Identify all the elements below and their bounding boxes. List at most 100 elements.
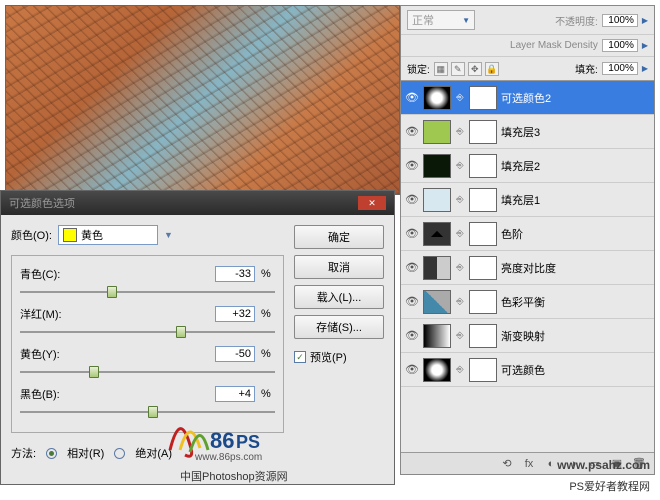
visibility-eye-icon[interactable]: 👁	[405, 91, 419, 105]
lock-position-icon[interactable]: ✥	[468, 62, 482, 76]
method-relative-label: 相对(R)	[67, 445, 104, 461]
ok-button[interactable]: 确定	[294, 225, 384, 249]
layer-row[interactable]: 👁 ⎆ 可选颜色2	[401, 81, 654, 115]
visibility-eye-icon[interactable]: 👁	[405, 295, 419, 309]
visibility-eye-icon[interactable]: 👁	[405, 363, 419, 377]
visibility-eye-icon[interactable]: 👁	[405, 261, 419, 275]
slider-thumb[interactable]	[89, 366, 99, 378]
load-button[interactable]: 载入(L)...	[294, 285, 384, 309]
layer-name: 亮度对比度	[501, 260, 556, 276]
layer-row[interactable]: 👁 ⎆ 填充层2	[401, 149, 654, 183]
layer-mask-thumbnail[interactable]	[469, 358, 497, 382]
slider-magenta-track[interactable]	[20, 326, 275, 340]
slider-cyan-value[interactable]	[215, 266, 255, 282]
pct: %	[261, 268, 275, 280]
layer-mask-thumbnail[interactable]	[469, 256, 497, 280]
layer-name: 填充层3	[501, 124, 540, 140]
link-icon: ⎆	[455, 296, 465, 307]
watermark-right-text: PS爱好者教程网	[569, 478, 650, 494]
fx-icon[interactable]: fx	[522, 458, 536, 470]
fill-value[interactable]: 100%	[602, 62, 638, 75]
mask-density-value[interactable]: 100%	[602, 39, 638, 52]
layer-thumbnail[interactable]	[423, 324, 451, 348]
slider-black-label: 黑色(B):	[20, 386, 75, 402]
chevron-down-icon[interactable]: ▼	[164, 230, 173, 240]
slider-thumb[interactable]	[148, 406, 158, 418]
close-icon[interactable]: ✕	[358, 196, 386, 210]
layer-name: 填充层2	[501, 158, 540, 174]
opacity-label: 不透明度:	[555, 13, 598, 28]
layer-row[interactable]: 👁 ⎆ 亮度对比度	[401, 251, 654, 285]
layer-thumbnail[interactable]	[423, 86, 451, 110]
layer-row[interactable]: 👁 ⎆ 可选颜色	[401, 353, 654, 387]
layer-row[interactable]: 👁 ◢◣ ⎆ 色阶	[401, 217, 654, 251]
slider-magenta-value[interactable]	[215, 306, 255, 322]
layer-mask-thumbnail[interactable]	[469, 120, 497, 144]
arrow-icon[interactable]: ▶	[642, 64, 648, 73]
preview-label: 预览(P)	[310, 349, 347, 365]
visibility-eye-icon[interactable]: 👁	[405, 329, 419, 343]
chevron-down-icon: ▼	[462, 16, 470, 25]
layer-row[interactable]: 👁 ⎆ 填充层1	[401, 183, 654, 217]
lock-transparency-icon[interactable]: ▦	[434, 62, 448, 76]
blend-mode-dropdown[interactable]: 正常▼	[407, 10, 475, 30]
layer-thumbnail[interactable]	[423, 154, 451, 178]
slider-cyan-track[interactable]	[20, 286, 275, 300]
visibility-eye-icon[interactable]: 👁	[405, 125, 419, 139]
slider-cyan-label: 青色(C):	[20, 266, 75, 282]
slider-black-value[interactable]	[215, 386, 255, 402]
layer-row[interactable]: 👁 ⎆ 渐变映射	[401, 319, 654, 353]
layer-name: 色彩平衡	[501, 294, 545, 310]
layer-name: 渐变映射	[501, 328, 545, 344]
layer-thumbnail[interactable]	[423, 188, 451, 212]
layer-thumbnail[interactable]	[423, 290, 451, 314]
slider-thumb[interactable]	[176, 326, 186, 338]
slider-group: 青色(C): % 洋红(M): % 黄色(Y): %	[11, 255, 284, 433]
layer-mask-thumbnail[interactable]	[469, 154, 497, 178]
layer-mask-thumbnail[interactable]	[469, 222, 497, 246]
link-layers-icon[interactable]: ⟲	[500, 457, 514, 470]
layer-row[interactable]: 👁 ⎆ 填充层3	[401, 115, 654, 149]
link-icon: ⎆	[455, 364, 465, 375]
opacity-value[interactable]: 100%	[602, 14, 638, 27]
cancel-button[interactable]: 取消	[294, 255, 384, 279]
layer-mask-thumbnail[interactable]	[469, 324, 497, 348]
link-icon: ⎆	[455, 262, 465, 273]
layer-thumbnail[interactable]: ◢◣	[423, 222, 451, 246]
slider-black-track[interactable]	[20, 406, 275, 420]
slider-thumb[interactable]	[107, 286, 117, 298]
layer-thumbnail[interactable]	[423, 358, 451, 382]
link-icon: ⎆	[455, 330, 465, 341]
lock-all-icon[interactable]: 🔒	[485, 62, 499, 76]
slider-yellow-value[interactable]	[215, 346, 255, 362]
layer-mask-thumbnail[interactable]	[469, 290, 497, 314]
mask-icon[interactable]: ◐	[544, 458, 558, 470]
color-dropdown[interactable]: 黄色	[58, 225, 158, 245]
pct: %	[261, 388, 275, 400]
preview-checkbox[interactable]: ✓	[294, 351, 306, 363]
save-button[interactable]: 存储(S)...	[294, 315, 384, 339]
visibility-eye-icon[interactable]: 👁	[405, 227, 419, 241]
layer-list: 👁 ⎆ 可选颜色2 👁 ⎆ 填充层3 👁 ⎆ 填充层2 👁 ⎆ 填充层1 👁 ◢…	[401, 81, 654, 387]
visibility-eye-icon[interactable]: 👁	[405, 159, 419, 173]
radio-absolute[interactable]	[114, 448, 125, 459]
layer-name: 可选颜色	[501, 362, 545, 378]
layer-row[interactable]: 👁 ⎆ 色彩平衡	[401, 285, 654, 319]
layer-thumbnail[interactable]	[423, 256, 451, 280]
layer-name: 可选颜色2	[501, 90, 551, 106]
dialog-titlebar[interactable]: 可选颜色选项 ✕	[1, 191, 394, 215]
mask-density-label: Layer Mask Density	[510, 40, 598, 51]
visibility-eye-icon[interactable]: 👁	[405, 193, 419, 207]
slider-yellow-track[interactable]	[20, 366, 275, 380]
watermark-url: www.86ps.com	[195, 452, 262, 463]
layer-thumbnail[interactable]	[423, 120, 451, 144]
layer-mask-thumbnail[interactable]	[469, 86, 497, 110]
layer-mask-thumbnail[interactable]	[469, 188, 497, 212]
link-icon: ⎆	[455, 92, 465, 103]
radio-relative[interactable]	[46, 448, 57, 459]
watermark-cn: 中国Photoshop资源网	[180, 468, 288, 484]
arrow-icon[interactable]: ▶	[642, 16, 648, 25]
lock-pixels-icon[interactable]: ✎	[451, 62, 465, 76]
link-icon: ⎆	[455, 160, 465, 171]
arrow-icon[interactable]: ▶	[642, 41, 648, 50]
